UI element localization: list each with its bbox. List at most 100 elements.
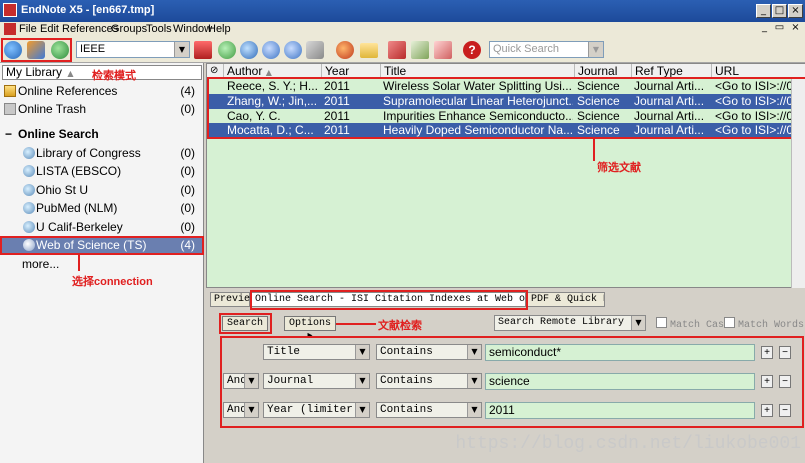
connection-ohio-st-u[interactable]: Ohio St U (0) bbox=[0, 181, 203, 199]
annotation-filter-docs: 筛选文献 bbox=[597, 162, 641, 174]
globe-search-icon bbox=[23, 221, 35, 233]
find-full-text-icon[interactable] bbox=[306, 41, 324, 59]
globe-search-icon bbox=[23, 165, 35, 177]
groups-header-label: My Library bbox=[6, 65, 63, 79]
menu-file[interactable]: File bbox=[19, 23, 37, 35]
groups-pane: My Library ▲ 检索模式 Online References (4) … bbox=[0, 63, 204, 463]
tab-preview[interactable]: Preview bbox=[210, 292, 256, 307]
web-icon[interactable] bbox=[336, 41, 354, 59]
column-year[interactable]: Year bbox=[321, 64, 380, 78]
upload-icon[interactable] bbox=[284, 41, 302, 59]
globe-search-icon bbox=[23, 184, 35, 196]
remote-library-select[interactable]: Search Remote Library ▼ bbox=[494, 315, 646, 331]
group-online-trash[interactable]: Online Trash (0) bbox=[0, 100, 203, 118]
match-case-label: Match Case bbox=[670, 320, 731, 331]
watermark: https://blog.csdn.net/liukobe001 bbox=[455, 434, 801, 454]
connection-files-icon[interactable] bbox=[194, 41, 212, 59]
search-button-highlight bbox=[219, 313, 272, 334]
connection-pubmed[interactable]: PubMed (NLM) (0) bbox=[0, 199, 203, 217]
column-journal[interactable]: Journal bbox=[574, 64, 631, 78]
quick-search-placeholder: Quick Search bbox=[493, 43, 560, 55]
download-icon[interactable] bbox=[262, 41, 280, 59]
menu-groups[interactable]: Groups bbox=[111, 23, 147, 35]
group-count: (0) bbox=[180, 102, 195, 116]
checkbox-box bbox=[656, 317, 667, 328]
menu-bar: File Edit References Groups Tools Window… bbox=[0, 22, 805, 37]
document-icon bbox=[4, 23, 16, 35]
match-words-checkbox[interactable]: Match Words bbox=[724, 317, 804, 331]
search-criteria-highlight bbox=[220, 336, 804, 428]
annotation-line bbox=[593, 139, 595, 161]
insert-citation-icon[interactable] bbox=[388, 41, 406, 59]
group-online-references[interactable]: Online References (4) bbox=[0, 82, 203, 100]
reference-list: ⊘ Author ▲ Year Title Journal Ref Type U… bbox=[206, 63, 805, 288]
doc-close-button[interactable]: × bbox=[789, 22, 802, 35]
toolbar: IEEE ▼ ? Quick Search ▼ bbox=[0, 37, 805, 63]
menu-references[interactable]: References bbox=[62, 23, 118, 35]
match-case-checkbox[interactable]: Match Case bbox=[656, 317, 730, 331]
title-bar: EndNote X5 - [en667.tmp] _ □ × bbox=[0, 0, 805, 22]
doc-minimize-button[interactable]: _ bbox=[758, 22, 771, 35]
doc-restore-button[interactable]: ▭ bbox=[773, 22, 786, 35]
connection-count: (0) bbox=[180, 146, 195, 160]
vertical-scrollbar[interactable] bbox=[791, 79, 805, 288]
sort-up-icon: ▲ bbox=[67, 69, 74, 78]
collapse-icon[interactable]: − bbox=[5, 125, 12, 143]
annotation-line bbox=[336, 323, 376, 325]
edit-icon[interactable] bbox=[434, 41, 452, 59]
globe-search-icon bbox=[23, 147, 35, 159]
tab-pdf-quick-edit[interactable]: PDF & Quick Edit bbox=[527, 292, 605, 307]
new-reference-icon[interactable] bbox=[218, 41, 236, 59]
connection-select[interactable]: IEEE ▼ bbox=[76, 41, 190, 58]
column-ref-type[interactable]: Ref Type bbox=[631, 64, 711, 78]
results-highlight bbox=[207, 77, 805, 139]
window-title: EndNote X5 - [en667.tmp] bbox=[21, 4, 155, 16]
connection-lista-ebsco[interactable]: LISTA (EBSCO) (0) bbox=[0, 162, 203, 180]
menu-window[interactable]: Window bbox=[173, 23, 212, 35]
column-author[interactable]: Author ▲ bbox=[223, 64, 321, 78]
attachment-icon[interactable]: ⊘ bbox=[207, 64, 223, 78]
connection-select-value: IEEE bbox=[80, 43, 106, 55]
globe-search-icon bbox=[23, 202, 35, 214]
chevron-down-icon: ▼ bbox=[631, 316, 645, 330]
online-search-tab-highlight bbox=[250, 290, 528, 310]
sort-up-icon: ▲ bbox=[265, 68, 272, 77]
menu-edit[interactable]: Edit bbox=[40, 23, 59, 35]
connection-label: PubMed (NLM) bbox=[36, 201, 118, 215]
help-icon[interactable]: ? bbox=[463, 41, 481, 59]
connection-count: (0) bbox=[180, 201, 195, 215]
column-author-label: Author bbox=[227, 64, 263, 78]
maximize-button[interactable]: □ bbox=[772, 4, 787, 18]
search-icon[interactable] bbox=[240, 41, 258, 59]
online-search-title: Online Search bbox=[18, 127, 99, 141]
connection-label: Ohio St U bbox=[36, 183, 89, 197]
trash-icon bbox=[4, 103, 16, 115]
search-mode-highlight bbox=[1, 38, 72, 62]
connection-label: Library of Congress bbox=[36, 146, 141, 160]
close-button[interactable]: × bbox=[788, 4, 803, 18]
format-bibliography-icon[interactable] bbox=[411, 41, 429, 59]
column-url[interactable]: URL bbox=[711, 64, 805, 78]
connection-count: (0) bbox=[180, 183, 195, 197]
checkbox-box bbox=[724, 317, 735, 328]
connection-label: LISTA (EBSCO) bbox=[36, 164, 122, 178]
match-words-label: Match Words bbox=[738, 320, 805, 331]
remote-library-value: Search Remote Library bbox=[498, 317, 625, 328]
quick-search-input[interactable]: Quick Search ▼ bbox=[489, 41, 604, 58]
column-title[interactable]: Title bbox=[380, 64, 574, 78]
folder-icon[interactable] bbox=[360, 43, 378, 58]
connection-label: U Calif-Berkeley bbox=[36, 220, 123, 234]
more-connections-link[interactable]: more... bbox=[0, 255, 203, 273]
more-label: more... bbox=[22, 257, 60, 271]
minimize-button[interactable]: _ bbox=[756, 4, 771, 18]
menu-help[interactable]: Help bbox=[208, 23, 231, 35]
menu-tools[interactable]: Tools bbox=[146, 23, 172, 35]
annotation-select-connection: 选择connection bbox=[72, 276, 153, 288]
group-count: (4) bbox=[180, 84, 195, 98]
connection-library-of-congress[interactable]: Library of Congress (0) bbox=[0, 144, 203, 162]
connection-count: (0) bbox=[180, 164, 195, 178]
group-label: Online Trash bbox=[18, 102, 87, 116]
online-search-group-set[interactable]: − Online Search bbox=[0, 125, 203, 143]
options-button[interactable]: Options ▸ bbox=[284, 316, 336, 342]
connection-u-calif-berkeley[interactable]: U Calif-Berkeley (0) bbox=[0, 218, 203, 236]
